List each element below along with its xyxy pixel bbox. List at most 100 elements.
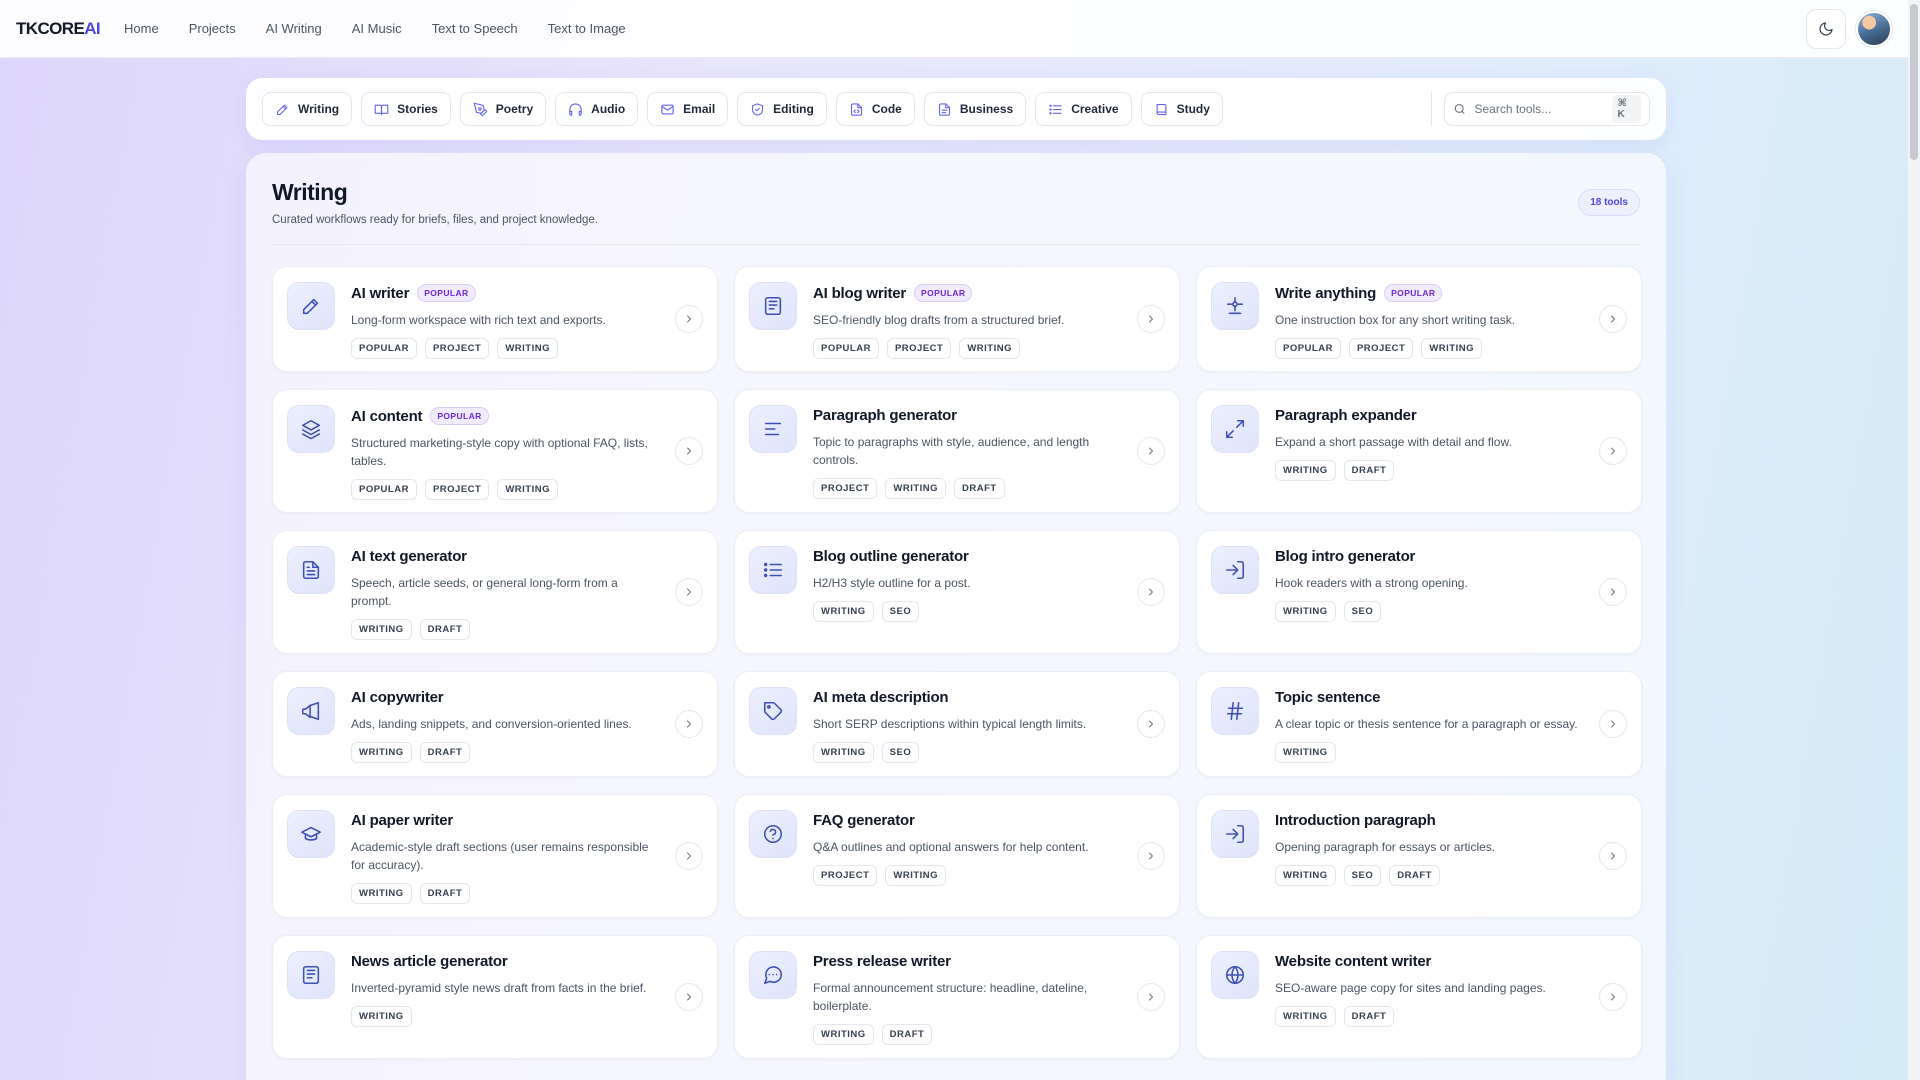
nav-projects[interactable]: Projects <box>189 21 236 36</box>
category-editing[interactable]: Editing <box>737 92 827 126</box>
tool-description: SEO-friendly blog drafts from a structur… <box>813 313 1065 327</box>
category-stories[interactable]: Stories <box>361 92 451 126</box>
tool-tag: SEO <box>881 601 920 622</box>
open-tool-button[interactable] <box>675 710 703 738</box>
open-tool-button[interactable] <box>1137 842 1165 870</box>
nav-ai-writing[interactable]: AI Writing <box>266 21 322 36</box>
tool-tag: DRAFT <box>881 1024 933 1045</box>
category-email[interactable]: Email <box>647 92 729 126</box>
tool-title: AI content <box>351 407 423 425</box>
nav-text-to-speech[interactable]: Text to Speech <box>432 21 518 36</box>
page-scrollbar[interactable] <box>1908 0 1920 1080</box>
tool-description: Academic-style draft sections (user rema… <box>351 840 649 872</box>
tool-title-row: Introduction paragraph <box>1275 812 1583 829</box>
tool-card-website-content-writer[interactable]: Website content writer SEO-aware page cop… <box>1196 935 1642 1059</box>
open-tool-button[interactable] <box>675 305 703 333</box>
file-code-icon <box>850 102 862 116</box>
tool-description: A clear topic or thesis sentence for a p… <box>1275 717 1578 731</box>
nav-ai-music[interactable]: AI Music <box>352 21 402 36</box>
category-writing[interactable]: Writing <box>262 92 353 126</box>
log-in-icon <box>1225 824 1245 844</box>
tool-card-faq-generator[interactable]: FAQ generator Q&A outlines and optional a… <box>734 794 1180 918</box>
expand-icon <box>1225 419 1245 439</box>
search-box[interactable]: ⌘ K <box>1444 92 1650 126</box>
open-tool-button[interactable] <box>1599 710 1627 738</box>
tool-title-row: News article generator <box>351 953 659 970</box>
tool-icon <box>287 405 335 453</box>
tool-card-paragraph-generator[interactable]: Paragraph generator Topic to paragraphs w… <box>734 389 1180 513</box>
tool-tag: DRAFT <box>419 619 471 640</box>
tool-tag: POPULAR <box>813 338 879 359</box>
open-tool-button[interactable] <box>1599 437 1627 465</box>
user-avatar[interactable] <box>1856 10 1892 47</box>
tool-card-body: AI copywriter Ads, landing snippets, and … <box>351 687 703 763</box>
category-study[interactable]: Study <box>1140 92 1223 126</box>
category-creative[interactable]: Creative <box>1035 92 1132 126</box>
open-tool-button[interactable] <box>1137 710 1165 738</box>
chevron-right-icon <box>1611 852 1615 860</box>
open-tool-button[interactable] <box>675 842 703 870</box>
tool-card-ai-meta-description[interactable]: AI meta description Short SERP descriptio… <box>734 671 1180 777</box>
search-shortcut-hint: ⌘ K <box>1612 95 1641 123</box>
open-tool-button[interactable] <box>1599 305 1627 333</box>
tool-tags: WRITING <box>1275 742 1583 763</box>
tool-card-ai-blog-writer[interactable]: AI blog writer POPULAR SEO-friendly blog d… <box>734 266 1180 372</box>
open-tool-button[interactable] <box>1137 437 1165 465</box>
tool-tag: DRAFT <box>419 883 471 904</box>
globe-icon <box>1225 965 1245 985</box>
tool-title-row: AI writer POPULAR <box>351 284 659 302</box>
tool-card-ai-text-generator[interactable]: AI text generator Speech, article seeds, … <box>272 530 718 654</box>
tool-title: Blog intro generator <box>1275 548 1416 565</box>
tool-tag: DRAFT <box>1343 460 1395 481</box>
scrollbar-thumb[interactable] <box>1910 4 1918 160</box>
open-tool-button[interactable] <box>1599 842 1627 870</box>
chevron-right-icon <box>1149 720 1153 728</box>
tool-tag: PROJECT <box>813 478 878 499</box>
tool-icon <box>287 951 335 999</box>
open-tool-button[interactable] <box>675 983 703 1011</box>
tool-card-press-release-writer[interactable]: Press release writer Formal announcement … <box>734 935 1180 1059</box>
category-business[interactable]: Business <box>923 92 1027 126</box>
open-tool-button[interactable] <box>1599 983 1627 1011</box>
tool-tag: PROJECT <box>1348 338 1414 359</box>
nav-text-to-image[interactable]: Text to Image <box>548 21 626 36</box>
tool-card-introduction-paragraph[interactable]: Introduction paragraph Opening paragraph … <box>1196 794 1642 918</box>
book-icon <box>1156 103 1167 115</box>
nav-home[interactable]: Home <box>124 21 159 36</box>
category-code[interactable]: Code <box>835 92 915 126</box>
open-tool-button[interactable] <box>1599 578 1627 606</box>
tool-tag: WRITING <box>959 338 1020 359</box>
search-input[interactable] <box>1474 102 1605 116</box>
open-tool-button[interactable] <box>1137 578 1165 606</box>
tool-card-topic-sentence[interactable]: Topic sentence A clear topic or thesis se… <box>1196 671 1642 777</box>
tool-card-ai-writer[interactable]: AI writer POPULAR Long-form workspace with… <box>272 266 718 372</box>
category-audio[interactable]: Audio <box>555 92 639 126</box>
tool-card-blog-intro-generator[interactable]: Blog intro generator Hook readers with a … <box>1196 530 1642 654</box>
tool-icon <box>749 810 797 858</box>
pencil-icon <box>302 298 319 315</box>
tool-title-row: AI content POPULAR <box>351 407 659 425</box>
tool-tag: WRITING <box>351 883 412 904</box>
tool-card-ai-copywriter[interactable]: AI copywriter Ads, landing snippets, and … <box>272 671 718 777</box>
tool-title-row: Paragraph generator <box>813 407 1121 424</box>
open-tool-button[interactable] <box>675 437 703 465</box>
tool-card-write-anything[interactable]: Write anything POPULAR One instruction box… <box>1196 266 1642 372</box>
list-icon <box>763 562 783 578</box>
tool-tags: POPULAR PROJECT WRITING <box>351 338 659 359</box>
tool-card-paragraph-expander[interactable]: Paragraph expander Expand a short passage… <box>1196 389 1642 513</box>
tool-title: Blog outline generator <box>813 548 969 565</box>
tool-title-row: AI copywriter <box>351 689 659 706</box>
open-tool-button[interactable] <box>1137 983 1165 1011</box>
open-tool-button[interactable] <box>1137 305 1165 333</box>
tool-card-blog-outline-generator[interactable]: Blog outline generator H2/H3 style outlin… <box>734 530 1180 654</box>
tool-icon <box>1211 405 1259 453</box>
theme-toggle-button[interactable] <box>1806 8 1846 49</box>
chevron-right-icon <box>687 588 691 596</box>
tool-card-news-article-generator[interactable]: News article generator Inverted-pyramid s… <box>272 935 718 1059</box>
tool-card-ai-content[interactable]: AI content POPULAR Structured marketing-st… <box>272 389 718 513</box>
logo[interactable]: TKCOREAI <box>16 19 101 39</box>
open-tool-button[interactable] <box>675 578 703 606</box>
tool-card-ai-paper-writer[interactable]: AI paper writer Academic-style draft sect… <box>272 794 718 918</box>
section-header: Writing Curated workflows ready for brie… <box>272 179 1640 245</box>
category-poetry[interactable]: Poetry <box>459 92 547 126</box>
